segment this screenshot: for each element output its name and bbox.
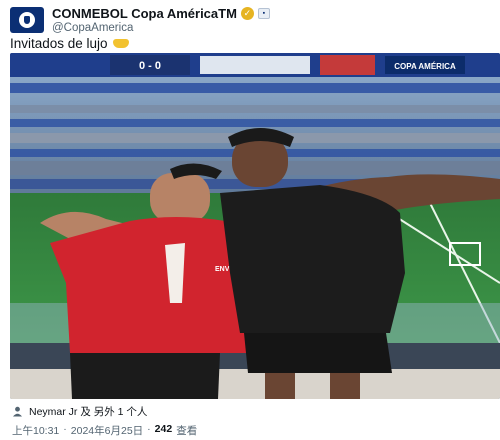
meta-separator: · xyxy=(63,423,67,435)
meta-separator: · xyxy=(147,423,151,435)
scoreboard-text: 0 - 0 xyxy=(139,60,161,72)
author-display-name[interactable]: CONMEBOL Copa AméricaTM xyxy=(52,6,237,21)
tweet-date[interactable]: 2024年6月25日 xyxy=(71,423,143,438)
tweet-text-row: Invitados de lujo xyxy=(10,36,129,51)
crown-emoji-icon xyxy=(112,39,129,48)
tagged-people[interactable]: Neymar Jr 及 另外 1 个人 xyxy=(12,404,147,419)
avatar[interactable] xyxy=(10,7,44,33)
author-handle[interactable]: @CopaAmerica xyxy=(52,22,133,34)
stadium-photo-illustration: 0 - 0 COPA AMÉRICA ENVY xyxy=(10,53,500,399)
views-label: 查看 xyxy=(176,425,198,437)
stadium-sign-text: COPA AMÉRICA xyxy=(394,62,456,71)
tweet-meta: 上午10:31 · 2024年6月25日 · 242 查看 xyxy=(12,423,197,438)
author-name-row: CONMEBOL Copa AméricaTM ✓ ▪ xyxy=(52,6,270,21)
affiliate-badge-icon[interactable]: ▪ xyxy=(257,8,270,19)
gold-verified-badge-icon[interactable]: ✓ xyxy=(240,7,254,20)
copa-america-logo-icon xyxy=(19,12,35,28)
person-tag-icon xyxy=(13,406,22,417)
tweet-text: Invitados de lujo xyxy=(10,36,108,51)
tweet-time[interactable]: 上午10:31 xyxy=(12,423,59,438)
tweet-photo[interactable]: 0 - 0 COPA AMÉRICA ENVY xyxy=(10,53,500,399)
tweet-header: CONMEBOL Copa AméricaTM ✓ ▪ @CopaAmerica xyxy=(10,5,490,37)
views-count: 242 xyxy=(154,423,173,435)
tagged-people-text: Neymar Jr 及 另外 1 个人 xyxy=(29,406,148,418)
